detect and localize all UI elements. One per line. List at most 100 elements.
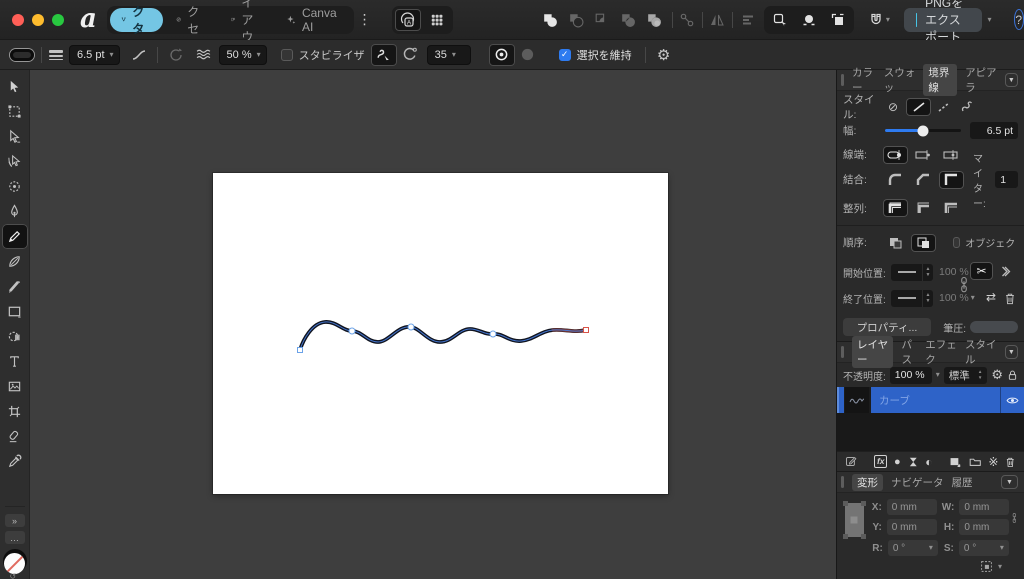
chevron-down-icon[interactable]: ▾ <box>971 294 975 302</box>
tab-swatches[interactable]: スウォッ <box>884 65 916 95</box>
mask-layer-button[interactable]: ● <box>894 456 901 468</box>
width-slider-knob[interactable] <box>917 125 929 136</box>
swap-positions-button[interactable]: ⇄ <box>986 290 996 304</box>
panel-drag-handle[interactable] <box>841 346 844 358</box>
cap-round-button[interactable] <box>883 145 908 164</box>
tab-color[interactable]: カラー <box>852 65 876 95</box>
scissors-button[interactable]: ✂ <box>970 262 993 280</box>
tab-stroke[interactable]: 境界線 <box>923 64 958 96</box>
align-inside-icon <box>917 202 929 213</box>
y-field[interactable]: 0 mm <box>886 519 937 535</box>
cap-square-button[interactable] <box>939 146 964 164</box>
delete-layer-icon[interactable] <box>1005 456 1016 468</box>
tab-navigator[interactable]: ナビゲータ <box>891 475 944 490</box>
chevron-down-icon[interactable]: ▾ <box>936 371 940 379</box>
start-line-style-select[interactable]: ▲ ▼ <box>891 263 933 281</box>
scale-with-object-checkbox[interactable] <box>953 237 961 248</box>
miter-join-icon <box>944 173 957 185</box>
edit-layer-icon[interactable] <box>845 455 857 468</box>
layer-settings-gear-icon[interactable]: ⚙ <box>991 367 1003 383</box>
stroke-style-brush-button[interactable] <box>957 98 977 116</box>
bevel-join-icon <box>916 173 929 185</box>
align-center-button[interactable] <box>883 199 908 217</box>
join-bevel-button[interactable] <box>911 171 936 189</box>
width-slider[interactable] <box>885 125 961 136</box>
adjustment-layer-icon[interactable] <box>908 456 919 468</box>
stroke-panel-tabs: カラー スウォッ 境界線 アピアラ ▼ <box>837 64 1024 96</box>
layer-visibility-toggle[interactable] <box>1000 387 1024 413</box>
group-folder-icon[interactable] <box>969 456 981 467</box>
link-positions-icon[interactable] <box>958 275 970 295</box>
layers-toolbar: fx ● ◐ ※ <box>837 451 1024 471</box>
node-handle-button[interactable] <box>995 262 1018 280</box>
chevron-down-icon[interactable]: ▾ <box>998 562 1002 571</box>
align-inside-button[interactable] <box>911 199 936 217</box>
link-dimensions-icon[interactable] <box>1011 507 1018 529</box>
properties-button[interactable]: プロパティ... <box>843 318 931 336</box>
cap-butt-button[interactable] <box>911 146 936 164</box>
layer-fx-button[interactable]: fx <box>874 455 888 468</box>
anchor-point-selector[interactable] <box>843 501 866 539</box>
square-cap-icon <box>942 149 958 160</box>
panel-drag-handle[interactable] <box>841 476 844 488</box>
opacity-field[interactable]: 100 % <box>889 366 932 384</box>
transform-panel-tabs: 変形 ナビゲータ 履歴 ▼ <box>837 472 1024 493</box>
stepper-control[interactable]: ▲ ▼ <box>922 263 933 281</box>
dashed-line-icon <box>938 101 950 112</box>
layer-row[interactable]: カーブ <box>837 387 1024 413</box>
panel-menu-chevron[interactable]: ▼ <box>1004 345 1018 359</box>
tab-transform[interactable]: 変形 <box>852 473 883 491</box>
transform-panel: 変形 ナビゲータ 履歴 ▼ X: 0 mm W: 0 mm Y: 0 mm H:… <box>837 472 1024 579</box>
pattern-layer-icon[interactable]: ※ <box>988 455 998 469</box>
order-back-icon <box>890 237 902 248</box>
r-value: 0 ° <box>892 542 906 554</box>
blend-mode-select[interactable]: 標準 ▲ ▼ <box>943 366 988 384</box>
s-label: S: <box>943 542 954 554</box>
live-filter-button[interactable]: ◐ <box>925 455 932 469</box>
panel-drag-handle[interactable] <box>841 74 844 86</box>
end-line-style-select[interactable]: ▲ ▼ <box>891 289 933 307</box>
align-outside-icon <box>944 202 957 213</box>
curve-stroke <box>298 320 588 352</box>
stroke-style-none-button[interactable]: ⊘ <box>883 98 903 116</box>
chevron-down-icon[interactable]: ▾ <box>929 544 933 552</box>
join-round-button[interactable] <box>883 171 908 189</box>
stroke-style-solid-button[interactable] <box>906 97 931 116</box>
miter-label: マイター: <box>973 153 986 210</box>
order-back-button[interactable] <box>883 234 908 252</box>
add-image-layer-icon[interactable] <box>949 456 961 468</box>
width-field[interactable]: 6.5 pt <box>970 122 1018 139</box>
panel-menu-chevron[interactable]: ▼ <box>1001 475 1018 489</box>
s-field[interactable]: 0 ° ▾ <box>958 540 1009 556</box>
stepper-control[interactable]: ▲ ▼ <box>922 289 933 307</box>
align-label: 整列: <box>843 202 867 215</box>
x-field[interactable]: 0 mm <box>886 499 937 515</box>
layers-empty-area[interactable] <box>837 413 1024 451</box>
r-field[interactable]: 0 ° ▾ <box>887 540 938 556</box>
pressure-graph-field[interactable] <box>970 321 1018 333</box>
order-front-button[interactable] <box>911 233 936 252</box>
w-field[interactable]: 0 mm <box>959 499 1010 515</box>
eye-icon <box>1006 397 1019 403</box>
chevron-down-icon[interactable]: ▾ <box>1000 544 1004 552</box>
stepper-control[interactable]: ▲ ▼ <box>978 369 982 381</box>
layer-name-field[interactable]: カーブ <box>871 387 1000 413</box>
join-miter-button[interactable] <box>939 170 964 189</box>
selection-cycle-icon[interactable] <box>980 560 993 573</box>
butt-cap-icon <box>914 149 930 160</box>
tab-appearance[interactable]: アピアラ <box>965 65 997 95</box>
align-center-icon <box>888 202 901 213</box>
layer-thumbnail[interactable] <box>845 387 869 413</box>
solid-line-icon <box>913 101 924 112</box>
stroke-style-dash-button[interactable] <box>934 98 954 116</box>
h-label: H: <box>943 521 955 533</box>
line-style-preview <box>891 297 922 299</box>
tab-history[interactable]: 履歴 <box>952 475 973 490</box>
trash-icon[interactable] <box>1004 292 1016 305</box>
width-label: 幅: <box>843 125 857 137</box>
miter-field[interactable]: 1 <box>995 171 1018 188</box>
lock-icon[interactable] <box>1007 369 1018 381</box>
align-outside-button[interactable] <box>939 199 964 217</box>
panel-menu-chevron[interactable]: ▼ <box>1004 73 1018 87</box>
h-field[interactable]: 0 mm <box>959 519 1010 535</box>
